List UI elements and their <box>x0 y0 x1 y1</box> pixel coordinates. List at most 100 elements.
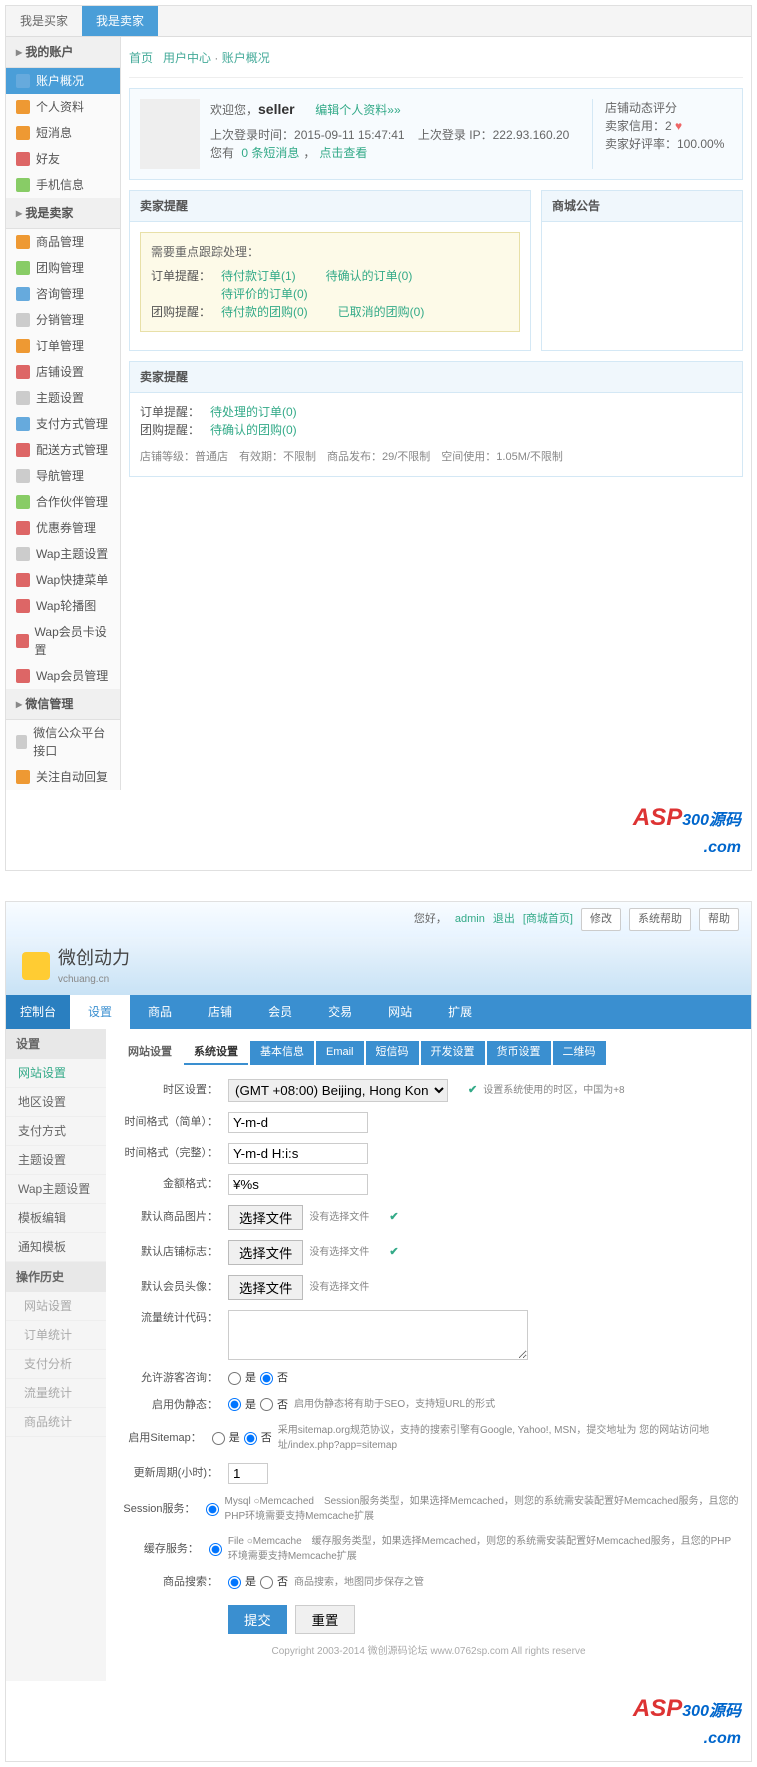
check-icon: ✔ <box>389 1244 398 1261</box>
money-format-input[interactable] <box>228 1174 368 1195</box>
side-theme[interactable]: 主题设置 <box>6 1146 106 1175</box>
sidebar-item-nav[interactable]: 导航管理 <box>6 463 120 489</box>
avatar-file-button[interactable]: 选择文件 <box>228 1275 303 1300</box>
time-format-simple-input[interactable] <box>228 1112 368 1133</box>
subtab-email[interactable]: Email <box>316 1041 364 1066</box>
sidebar-item-coupon[interactable]: 优惠券管理 <box>6 515 120 541</box>
shipping-icon <box>16 443 30 457</box>
store-logo-file-button[interactable]: 选择文件 <box>228 1240 303 1265</box>
check-icon: ✔ <box>468 1082 477 1099</box>
msg-count-link[interactable]: 0 条短消息 <box>241 146 299 160</box>
group-pending-link[interactable]: 待付款的团购(0) <box>221 305 308 319</box>
nav-store[interactable]: 店铺 <box>190 995 250 1029</box>
stats-code-textarea[interactable] <box>228 1310 528 1360</box>
submit-button[interactable]: 提交 <box>228 1605 287 1634</box>
sidebar-item-distribute[interactable]: 分销管理 <box>6 307 120 333</box>
main-content: 首页 用户中心 · 账户概况 欢迎您，seller 编辑个人资料»» 上次登录时… <box>121 37 751 790</box>
top-btn-2[interactable]: 系统帮助 <box>629 908 691 931</box>
side-region[interactable]: 地区设置 <box>6 1088 106 1117</box>
rewrite-no-radio[interactable] <box>260 1398 273 1411</box>
sidebar-item-theme[interactable]: 主题设置 <box>6 385 120 411</box>
nav-goods[interactable]: 商品 <box>130 995 190 1029</box>
subtab-site[interactable]: 网站设置 <box>118 1041 182 1066</box>
subtab-system[interactable]: 系统设置 <box>184 1041 248 1066</box>
guest-no-radio[interactable] <box>260 1372 273 1385</box>
sidebar-item-wap-card[interactable]: Wap会员卡设置 <box>6 619 120 663</box>
subtab-basic[interactable]: 基本信息 <box>250 1041 314 1066</box>
sidebar-item-wap-theme[interactable]: Wap主题设置 <box>6 541 120 567</box>
guest-yes-radio[interactable] <box>228 1372 241 1385</box>
tab-buyer[interactable]: 我是买家 <box>6 6 82 36</box>
sidebar-item-messages[interactable]: 短消息 <box>6 120 120 146</box>
nav-member[interactable]: 会员 <box>250 995 310 1029</box>
hist-3[interactable]: 支付分析 <box>6 1350 106 1379</box>
rewrite-yes-radio[interactable] <box>228 1398 241 1411</box>
sidebar-item-friends[interactable]: 好友 <box>6 146 120 172</box>
sidebar-item-wap-menu[interactable]: Wap快捷菜单 <box>6 567 120 593</box>
hist-2[interactable]: 订单统计 <box>6 1321 106 1350</box>
group-cancel-link[interactable]: 已取消的团购(0) <box>338 305 425 319</box>
side-payment[interactable]: 支付方式 <box>6 1117 106 1146</box>
nav-trade[interactable]: 交易 <box>310 995 370 1029</box>
sidebar-item-partner[interactable]: 合作伙伴管理 <box>6 489 120 515</box>
nav-website[interactable]: 网站 <box>370 995 430 1029</box>
subtab-currency[interactable]: 货币设置 <box>487 1041 551 1066</box>
search-yes-radio[interactable] <box>228 1576 241 1589</box>
role-tabs: 我是买家 我是卖家 <box>6 6 751 37</box>
logout-link[interactable]: 退出 <box>493 911 515 928</box>
timezone-select[interactable]: (GMT +08:00) Beijing, Hong Kong, Perth, … <box>228 1079 448 1102</box>
sitemap-no-radio[interactable] <box>244 1432 257 1445</box>
last-login-time: 2015-09-11 15:47:41 <box>294 128 405 142</box>
sidebar-item-wx-reply[interactable]: 关注自动回复 <box>6 764 120 790</box>
pending-pay-link[interactable]: 待付款订单(1) <box>221 269 296 283</box>
subtab-dev[interactable]: 开发设置 <box>421 1041 485 1066</box>
time-format-full-input[interactable] <box>228 1143 368 1164</box>
sidebar-item-profile[interactable]: 个人资料 <box>6 94 120 120</box>
sidebar-item-wap-member[interactable]: Wap会员管理 <box>6 663 120 689</box>
side-site-settings[interactable]: 网站设置 <box>6 1059 106 1088</box>
coupon-icon <box>16 521 30 535</box>
session-mysql-radio[interactable] <box>206 1503 219 1516</box>
cache-file-radio[interactable] <box>209 1543 222 1556</box>
edit-profile-link[interactable]: 编辑个人资料»» <box>315 103 400 117</box>
sidebar-item-groupbuy[interactable]: 团购管理 <box>6 255 120 281</box>
update-interval-input[interactable] <box>228 1463 268 1484</box>
search-no-radio[interactable] <box>260 1576 273 1589</box>
subtab-sms[interactable]: 短信码 <box>366 1041 419 1066</box>
hist-4[interactable]: 流量统计 <box>6 1379 106 1408</box>
sidebar-item-consult[interactable]: 咨询管理 <box>6 281 120 307</box>
tab-seller[interactable]: 我是卖家 <box>82 6 158 36</box>
store-home-link[interactable]: [商城首页] <box>523 911 573 928</box>
top-user-link[interactable]: admin <box>455 911 485 928</box>
admin-main: 网站设置 系统设置 基本信息 Email 短信码 开发设置 货币设置 二维码 时… <box>106 1029 751 1681</box>
view-msg-link[interactable]: 点击查看 <box>319 146 367 160</box>
pending-confirm-link[interactable]: 待确认的订单(0) <box>326 269 413 283</box>
hist-5[interactable]: 商品统计 <box>6 1408 106 1437</box>
reset-button[interactable]: 重置 <box>295 1605 356 1634</box>
top-btn-3[interactable]: 帮助 <box>699 908 739 931</box>
sidebar-item-goods[interactable]: 商品管理 <box>6 229 120 255</box>
distribute-icon <box>16 313 30 327</box>
pending-review-link[interactable]: 待评价的订单(0) <box>221 287 308 301</box>
sidebar-item-shipping[interactable]: 配送方式管理 <box>6 437 120 463</box>
sidebar-item-overview[interactable]: 账户概况 <box>6 68 120 94</box>
pending-process-link[interactable]: 待处理的订单(0) <box>210 405 297 419</box>
top-btn-1[interactable]: 修改 <box>581 908 621 931</box>
subtab-qr[interactable]: 二维码 <box>553 1041 606 1066</box>
nav-extend[interactable]: 扩展 <box>430 995 490 1029</box>
group-confirm-link[interactable]: 待确认的团购(0) <box>210 423 297 437</box>
goods-img-file-button[interactable]: 选择文件 <box>228 1205 303 1230</box>
sitemap-yes-radio[interactable] <box>212 1432 225 1445</box>
sidebar-item-wx-api[interactable]: 微信公众平台接口 <box>6 720 120 764</box>
hist-1[interactable]: 网站设置 <box>6 1292 106 1321</box>
side-wap-theme[interactable]: Wap主题设置 <box>6 1175 106 1204</box>
side-template[interactable]: 模板编辑 <box>6 1204 106 1233</box>
sidebar-item-store[interactable]: 店铺设置 <box>6 359 120 385</box>
sidebar-item-mobile[interactable]: 手机信息 <box>6 172 120 198</box>
sidebar-item-wap-slide[interactable]: Wap轮播图 <box>6 593 120 619</box>
sidebar-item-payment[interactable]: 支付方式管理 <box>6 411 120 437</box>
side-notify[interactable]: 通知模板 <box>6 1233 106 1262</box>
nav-settings[interactable]: 设置 <box>70 995 130 1029</box>
sidebar-item-orders[interactable]: 订单管理 <box>6 333 120 359</box>
logo-icon <box>22 952 50 980</box>
